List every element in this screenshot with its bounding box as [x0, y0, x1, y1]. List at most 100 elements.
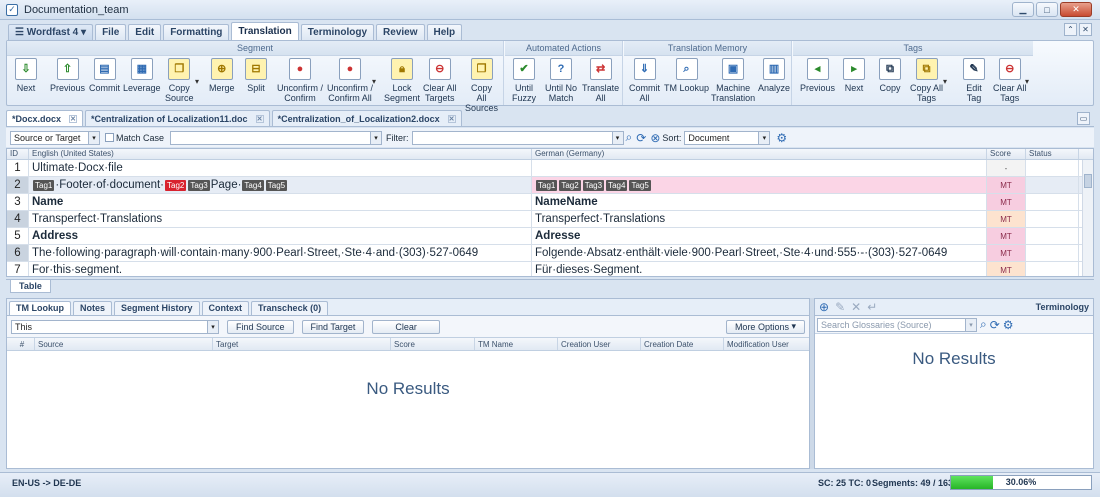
tab-terminology[interactable]: Terminology [300, 24, 375, 40]
clear-search-icon[interactable]: ⊗ [650, 131, 660, 145]
close-button[interactable]: ✕ [1060, 2, 1092, 17]
copy-tag-button[interactable]: ⧉ Copy [879, 58, 901, 93]
tm-query-input[interactable]: This ▾ [11, 319, 219, 334]
edit-tag-button[interactable]: ✎ Edit Tag [963, 58, 985, 103]
close-doc-icon[interactable]: ✕ [1079, 23, 1092, 36]
lock-segment-button[interactable]: 🔒︎ Lock Segment [384, 58, 420, 103]
add-term-icon[interactable]: ⊕ [819, 300, 829, 314]
translate-all-button[interactable]: ⇄ Translate All [582, 58, 619, 103]
search-icon[interactable]: ⌕ [626, 130, 633, 145]
scope-select[interactable]: Source or Target ▾ [10, 130, 100, 145]
gear-icon[interactable]: ⚙ [1003, 318, 1014, 332]
collapse-ribbon-icon[interactable]: ⌃ [1064, 23, 1077, 36]
glossary-search-input[interactable]: Search Glossaries (Source) ▾ [817, 317, 977, 332]
unconfirm-confirm-button[interactable]: ● Unconfirm / Confirm [277, 58, 323, 103]
tag-badge[interactable]: Tag4 [606, 179, 628, 191]
search-icon[interactable]: ⌕ [980, 317, 987, 332]
delete-term-icon[interactable]: ✕ [851, 300, 861, 314]
scroll-thumb[interactable] [1084, 174, 1092, 188]
tab-notes[interactable]: Notes [73, 301, 113, 315]
app-menu-button[interactable]: ☰ Wordfast 4 ▾ [8, 24, 94, 40]
tag-badge[interactable]: Tag3 [188, 179, 210, 191]
table-row[interactable]: 3 Name NameName MT [7, 194, 1093, 211]
previous-segment-button[interactable]: ⇧ Previous [50, 58, 85, 93]
merge-button[interactable]: ⊕ Merge [209, 58, 235, 93]
tag-badge[interactable]: Tag1 [33, 179, 55, 191]
copy-all-tags-button[interactable]: ⧉ Copy All Tags [910, 58, 943, 103]
doc-tab-centralization2[interactable]: *Centralization_of_Localization2.docx ✕ [271, 110, 462, 126]
table-row[interactable]: 7 For·this·segment. Für·dieses·Segment. … [7, 262, 1093, 276]
tab-edit[interactable]: Edit [128, 24, 162, 40]
tab-help[interactable]: Help [426, 24, 463, 40]
find-target-button[interactable]: Find Target [301, 319, 365, 334]
find-source-button[interactable]: Find Source [227, 319, 294, 334]
search-input[interactable]: ▾ [170, 130, 383, 145]
tab-tm-lookup[interactable]: TM Lookup [9, 301, 71, 315]
filter-input[interactable]: ▾ [411, 130, 624, 145]
close-tab-icon[interactable]: ✕ [255, 114, 264, 123]
tm-lookup-button[interactable]: ⌕ TM Lookup [664, 58, 709, 93]
tab-context[interactable]: Context [201, 301, 250, 315]
split-button[interactable]: ⊟ Split [245, 58, 267, 93]
find-next-icon[interactable]: ⟳ [636, 131, 646, 145]
clear-all-targets-button[interactable]: ⊖ Clear All Targets [423, 58, 457, 103]
sort-select[interactable]: Document ▾ [684, 130, 771, 145]
tag-badge[interactable]: Tag2 [559, 179, 581, 191]
restore-panel-icon[interactable]: ▭ [1077, 112, 1090, 125]
until-no-match-button[interactable]: ? Until No Match [545, 58, 577, 103]
maximize-button[interactable]: □ [1036, 2, 1058, 17]
unconfirm-confirm-all-button[interactable]: ● Unconfirm / Confirm All [327, 58, 373, 103]
gear-icon[interactable]: ⚙ [776, 131, 787, 145]
next-tag-button[interactable]: ▸ Next [843, 58, 865, 93]
unconfirm-dropdown-icon[interactable]: ▾ [372, 77, 376, 86]
copy-source-button[interactable]: ❐ Copy Source [165, 58, 194, 103]
source-cell[interactable]: Tag1 ·Footer·of·document· Tag2 Tag3 Page… [29, 177, 532, 193]
analyze-button[interactable]: ▥ Analyze [758, 58, 790, 93]
match-case-checkbox[interactable] [105, 133, 114, 142]
machine-translation-button[interactable]: ▣ Machine Translation [711, 58, 755, 103]
sort-label: Sort: [662, 132, 682, 143]
tag-badge[interactable]: Tag2 [165, 179, 187, 191]
insert-term-icon[interactable]: ↵ [867, 300, 877, 314]
doc-tab-centralization11[interactable]: *Centralization of Localization11.doc ✕ [85, 110, 270, 126]
search-options-icon[interactable]: ⟳ [990, 318, 1000, 332]
previous-tag-button[interactable]: ◂ Previous [800, 58, 835, 93]
tab-formatting[interactable]: Formatting [163, 24, 230, 40]
table-row[interactable]: 5 Address Adresse MT [7, 228, 1093, 245]
next-segment-button[interactable]: ⇩ Next [15, 58, 37, 93]
more-options-button[interactable]: More Options ▾ [725, 319, 805, 334]
tab-segment-history[interactable]: Segment History [114, 301, 200, 315]
commit-button[interactable]: ▤ Commit [89, 58, 120, 93]
edit-term-icon[interactable]: ✎ [835, 300, 845, 314]
minimize-button[interactable]: ▁ [1012, 2, 1034, 17]
tab-table[interactable]: Table [10, 280, 51, 293]
tab-review[interactable]: Review [376, 24, 425, 40]
until-fuzzy-button[interactable]: ✔ Until Fuzzy [512, 58, 536, 103]
tab-transcheck[interactable]: Transcheck (0) [251, 301, 329, 315]
tag-badge[interactable]: Tag5 [265, 179, 288, 191]
tab-translation[interactable]: Translation [231, 22, 299, 40]
close-tab-icon[interactable]: ✕ [447, 114, 456, 123]
tag-badge[interactable]: Tag1 [536, 179, 558, 191]
app-icon: ✓ [6, 3, 18, 16]
clear-button[interactable]: Clear [372, 319, 440, 334]
target-cell[interactable]: Tag1 Tag2 Tag3 Tag4 Tag5 [532, 177, 987, 193]
clear-all-tags-button[interactable]: ⊖ Clear All Tags [993, 58, 1027, 103]
copy-tags-dropdown-icon[interactable]: ▾ [943, 77, 947, 86]
table-row[interactable]: 2 Tag1 ·Footer·of·document· Tag2 Tag3 Pa… [7, 177, 1093, 194]
leverage-button[interactable]: ▦ Leverage [123, 58, 161, 93]
tag-badge[interactable]: Tag5 [629, 179, 651, 191]
table-row[interactable]: 4 Transperfect·Translations Transperfect… [7, 211, 1093, 228]
doc-tab-docx[interactable]: *Docx.docx ✕ [6, 110, 84, 126]
clear-tags-dropdown-icon[interactable]: ▾ [1025, 77, 1029, 86]
copy-source-dropdown-icon[interactable]: ▾ [195, 77, 199, 86]
grid-scrollbar[interactable] [1082, 160, 1093, 276]
tab-file[interactable]: File [95, 24, 127, 40]
tag-badge[interactable]: Tag4 [242, 179, 264, 191]
table-row[interactable]: 1 Ultimate·Docx·file - [7, 160, 1093, 177]
copy-all-sources-button[interactable]: ❐ Copy All Sources [460, 58, 503, 113]
tag-badge[interactable]: Tag3 [582, 179, 605, 191]
commit-all-button[interactable]: ⇓ Commit All [629, 58, 660, 103]
table-row[interactable]: 6 The·following·paragraph·will·contain·m… [7, 245, 1093, 262]
close-tab-icon[interactable]: ✕ [69, 114, 78, 123]
